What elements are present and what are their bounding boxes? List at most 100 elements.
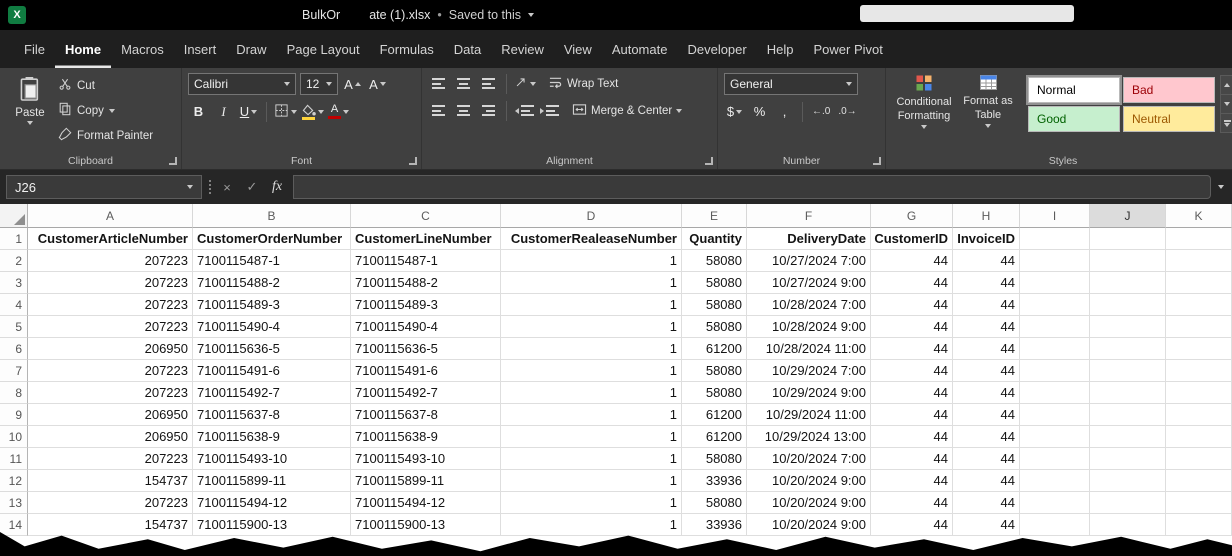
menu-tab-formulas[interactable]: Formulas [370, 30, 444, 68]
cell-C10[interactable]: 7100115638-9 [351, 426, 501, 448]
cell-C6[interactable]: 7100115636-5 [351, 338, 501, 360]
cell-C8[interactable]: 7100115492-7 [351, 382, 501, 404]
cell-A5[interactable]: 207223 [28, 316, 193, 338]
cell-F13[interactable]: 10/20/2024 9:00 [747, 492, 871, 514]
cell-D5[interactable]: 1 [501, 316, 682, 338]
cell-A6[interactable]: 206950 [28, 338, 193, 360]
menu-tab-home[interactable]: Home [55, 30, 111, 68]
style-good[interactable]: Good [1028, 106, 1120, 132]
percent-style-button[interactable]: % [749, 101, 770, 122]
cell-J1[interactable] [1090, 228, 1166, 250]
column-header-d[interactable]: D [501, 204, 682, 228]
cell-E9[interactable]: 61200 [682, 404, 747, 426]
cell-I5[interactable] [1020, 316, 1090, 338]
dialog-launcher-icon[interactable] [873, 157, 881, 165]
cell-E3[interactable]: 58080 [682, 272, 747, 294]
cell-A14[interactable]: 154737 [28, 514, 193, 536]
cell-F4[interactable]: 10/28/2024 7:00 [747, 294, 871, 316]
increase-indent-button[interactable] [539, 100, 560, 121]
cell-F9[interactable]: 10/29/2024 11:00 [747, 404, 871, 426]
cell-E11[interactable]: 58080 [682, 448, 747, 470]
cell-G5[interactable]: 44 [871, 316, 953, 338]
cell-A3[interactable]: 207223 [28, 272, 193, 294]
cell-E5[interactable]: 58080 [682, 316, 747, 338]
menu-tab-power-pivot[interactable]: Power Pivot [803, 30, 892, 68]
cell-K13[interactable] [1166, 492, 1232, 514]
decrease-indent-button[interactable] [514, 100, 535, 121]
align-top-button[interactable] [428, 73, 449, 94]
formula-input[interactable] [293, 175, 1211, 199]
cell-H12[interactable]: 44 [953, 470, 1020, 492]
cell-J11[interactable] [1090, 448, 1166, 470]
cell-J14[interactable] [1090, 514, 1166, 536]
cell-J12[interactable] [1090, 470, 1166, 492]
merge-center-button[interactable]: Merge & Center [572, 103, 682, 119]
copy-button[interactable]: Copy [58, 100, 153, 121]
cancel-button[interactable]: × [218, 180, 236, 195]
column-header-k[interactable]: K [1166, 204, 1232, 228]
cell-F1[interactable]: DeliveryDate [747, 228, 871, 250]
cell-A11[interactable]: 207223 [28, 448, 193, 470]
menu-tab-automate[interactable]: Automate [602, 30, 678, 68]
cell-B9[interactable]: 7100115637-8 [193, 404, 351, 426]
cell-C9[interactable]: 7100115637-8 [351, 404, 501, 426]
cell-H5[interactable]: 44 [953, 316, 1020, 338]
cell-I6[interactable] [1020, 338, 1090, 360]
cell-J2[interactable] [1090, 250, 1166, 272]
cell-H13[interactable]: 44 [953, 492, 1020, 514]
search-box[interactable] [860, 5, 1074, 22]
cell-D6[interactable]: 1 [501, 338, 682, 360]
menu-tab-macros[interactable]: Macros [111, 30, 174, 68]
cell-B14[interactable]: 7100115900-13 [193, 514, 351, 536]
cell-B11[interactable]: 7100115493-10 [193, 448, 351, 470]
cell-I2[interactable] [1020, 250, 1090, 272]
cell-G1[interactable]: CustomerID [871, 228, 953, 250]
cell-I12[interactable] [1020, 470, 1090, 492]
cell-G4[interactable]: 44 [871, 294, 953, 316]
cell-B4[interactable]: 7100115489-3 [193, 294, 351, 316]
accounting-format-button[interactable]: $ [724, 101, 745, 122]
column-header-h[interactable]: H [953, 204, 1020, 228]
menu-tab-file[interactable]: File [14, 30, 55, 68]
cell-J5[interactable] [1090, 316, 1166, 338]
cell-B6[interactable]: 7100115636-5 [193, 338, 351, 360]
align-right-button[interactable] [478, 100, 499, 121]
format-painter-button[interactable]: Format Painter [58, 125, 153, 146]
cell-K14[interactable] [1166, 514, 1232, 536]
cell-I7[interactable] [1020, 360, 1090, 382]
cell-I4[interactable] [1020, 294, 1090, 316]
select-all-corner[interactable] [0, 204, 28, 228]
cell-A8[interactable]: 207223 [28, 382, 193, 404]
cell-D13[interactable]: 1 [501, 492, 682, 514]
cell-F11[interactable]: 10/20/2024 7:00 [747, 448, 871, 470]
bold-button[interactable]: B [188, 101, 209, 122]
cell-K2[interactable] [1166, 250, 1232, 272]
cell-J8[interactable] [1090, 382, 1166, 404]
cell-H6[interactable]: 44 [953, 338, 1020, 360]
cell-J7[interactable] [1090, 360, 1166, 382]
column-header-b[interactable]: B [193, 204, 351, 228]
comma-style-button[interactable]: , [774, 101, 795, 122]
cell-A2[interactable]: 207223 [28, 250, 193, 272]
cell-C14[interactable]: 7100115900-13 [351, 514, 501, 536]
decrease-decimal-button[interactable]: .0→ [836, 101, 858, 122]
cell-D1[interactable]: CustomerRealeaseNumber [501, 228, 682, 250]
insert-function-button[interactable]: fx [268, 179, 286, 195]
menu-tab-help[interactable]: Help [757, 30, 804, 68]
cell-E4[interactable]: 58080 [682, 294, 747, 316]
row-header-9[interactable]: 9 [0, 404, 28, 426]
cell-B5[interactable]: 7100115490-4 [193, 316, 351, 338]
cell-K7[interactable] [1166, 360, 1232, 382]
cell-K5[interactable] [1166, 316, 1232, 338]
cell-B1[interactable]: CustomerOrderNumber [193, 228, 351, 250]
cell-E2[interactable]: 58080 [682, 250, 747, 272]
font-size-combobox[interactable]: 12 [300, 73, 338, 95]
cell-E10[interactable]: 61200 [682, 426, 747, 448]
cell-G3[interactable]: 44 [871, 272, 953, 294]
borders-button[interactable] [274, 101, 297, 122]
cell-C12[interactable]: 7100115899-11 [351, 470, 501, 492]
cell-H10[interactable]: 44 [953, 426, 1020, 448]
cell-J9[interactable] [1090, 404, 1166, 426]
dialog-launcher-icon[interactable] [409, 157, 417, 165]
paste-button[interactable]: Paste [6, 73, 54, 125]
